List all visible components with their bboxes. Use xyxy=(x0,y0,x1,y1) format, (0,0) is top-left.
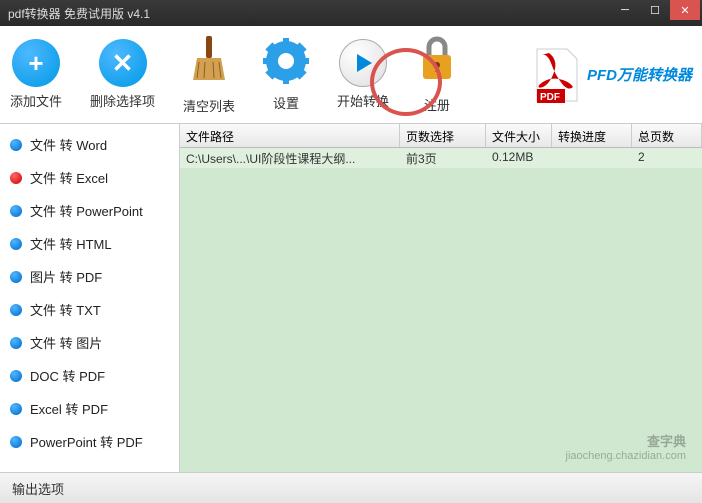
bullet-icon xyxy=(10,205,22,217)
col-progress[interactable]: 转换进度 xyxy=(552,124,632,147)
broom-icon xyxy=(189,34,229,92)
play-icon xyxy=(339,39,387,87)
sidebar-item-label: 文件 转 TXT xyxy=(30,300,101,319)
bullet-icon xyxy=(10,238,22,250)
x-icon: ✕ xyxy=(99,39,147,87)
window-controls: ─ ☐ ✕ xyxy=(610,0,700,20)
bullet-icon xyxy=(10,370,22,382)
svg-text:PDF: PDF xyxy=(540,92,560,103)
sidebar-item-2[interactable]: 文件 转 PowerPoint xyxy=(0,194,179,227)
cell-size: 0.12MB xyxy=(486,148,552,168)
col-total[interactable]: 总页数 xyxy=(632,124,702,147)
sidebar: 文件 转 Word 文件 转 Excel 文件 转 PowerPoint 文件 转 H… xyxy=(0,124,180,472)
window-title: pdf转换器 免费试用版 v4.1 xyxy=(8,5,150,22)
titlebar: pdf转换器 免费试用版 v4.1 ─ ☐ ✕ xyxy=(0,0,702,26)
pdf-logo-icon: PDF xyxy=(529,45,581,105)
register-button[interactable]: 注册 xyxy=(417,35,457,114)
sidebar-item-label: 图片 转 PDF xyxy=(30,267,102,286)
settings-button[interactable]: 设置 xyxy=(263,38,309,112)
content-area: 文件路径 页数选择 文件大小 转换进度 总页数 C:\Users\...\UI阶… xyxy=(180,124,702,472)
bullet-icon xyxy=(10,172,22,184)
col-path[interactable]: 文件路径 xyxy=(180,124,400,147)
table-body: C:\Users\...\UI阶段性课程大纲...前3页0.12MB 2 xyxy=(180,148,702,168)
sidebar-item-8[interactable]: Excel 转 PDF xyxy=(0,392,179,425)
sidebar-item-1[interactable]: 文件 转 Excel xyxy=(0,161,179,194)
plus-icon: + xyxy=(12,39,60,87)
sidebar-item-label: 文件 转 图片 xyxy=(30,333,102,352)
toolbar: + 添加文件 ✕ 删除选择项 清空列表 设置 开始转换 注册 PDF PFD万能… xyxy=(0,26,702,124)
watermark: 查字典 jiaocheng.chazidian.com xyxy=(566,431,686,462)
cell-total: 2 xyxy=(632,148,702,168)
close-button[interactable]: ✕ xyxy=(670,0,700,20)
sidebar-item-label: 文件 转 HTML xyxy=(30,234,112,253)
sidebar-item-label: Excel 转 PDF xyxy=(30,399,108,418)
maximize-button[interactable]: ☐ xyxy=(640,0,670,20)
output-options-label[interactable]: 输出选项 xyxy=(12,479,64,498)
lock-icon xyxy=(417,35,457,91)
table-row[interactable]: C:\Users\...\UI阶段性课程大纲...前3页0.12MB 2 xyxy=(180,148,702,168)
bullet-icon xyxy=(10,436,22,448)
sidebar-item-5[interactable]: 文件 转 TXT xyxy=(0,293,179,326)
cell-pages: 前3页 xyxy=(400,148,486,168)
table-header: 文件路径 页数选择 文件大小 转换进度 总页数 xyxy=(180,124,702,148)
sidebar-item-label: 文件 转 PowerPoint xyxy=(30,201,143,220)
bullet-icon xyxy=(10,271,22,283)
gear-icon xyxy=(263,38,309,89)
col-pages[interactable]: 页数选择 xyxy=(400,124,486,147)
col-size[interactable]: 文件大小 xyxy=(486,124,552,147)
brand-text: PFD万能转换器 xyxy=(587,64,692,85)
start-convert-button[interactable]: 开始转换 xyxy=(337,39,389,110)
clear-list-button[interactable]: 清空列表 xyxy=(183,34,235,115)
bullet-icon xyxy=(10,337,22,349)
sidebar-item-9[interactable]: PowerPoint 转 PDF xyxy=(0,425,179,458)
brand-logo: PDF PFD万能转换器 xyxy=(529,45,692,105)
main-area: 文件 转 Word 文件 转 Excel 文件 转 PowerPoint 文件 转 H… xyxy=(0,124,702,472)
sidebar-item-0[interactable]: 文件 转 Word xyxy=(0,128,179,161)
sidebar-item-7[interactable]: DOC 转 PDF xyxy=(0,359,179,392)
bullet-icon xyxy=(10,139,22,151)
bullet-icon xyxy=(10,304,22,316)
sidebar-item-3[interactable]: 文件 转 HTML xyxy=(0,227,179,260)
cell-progress xyxy=(552,148,632,168)
sidebar-item-label: DOC 转 PDF xyxy=(30,366,105,385)
sidebar-item-label: 文件 转 Excel xyxy=(30,168,108,187)
cell-path: C:\Users\...\UI阶段性课程大纲... xyxy=(180,148,400,168)
footer: 输出选项 xyxy=(0,472,702,503)
sidebar-item-label: 文件 转 Word xyxy=(30,135,107,154)
minimize-button[interactable]: ─ xyxy=(610,0,640,20)
sidebar-item-4[interactable]: 图片 转 PDF xyxy=(0,260,179,293)
add-file-button[interactable]: + 添加文件 xyxy=(10,39,62,110)
sidebar-item-label: PowerPoint 转 PDF xyxy=(30,432,143,451)
bullet-icon xyxy=(10,403,22,415)
remove-selected-button[interactable]: ✕ 删除选择项 xyxy=(90,39,155,110)
sidebar-item-6[interactable]: 文件 转 图片 xyxy=(0,326,179,359)
